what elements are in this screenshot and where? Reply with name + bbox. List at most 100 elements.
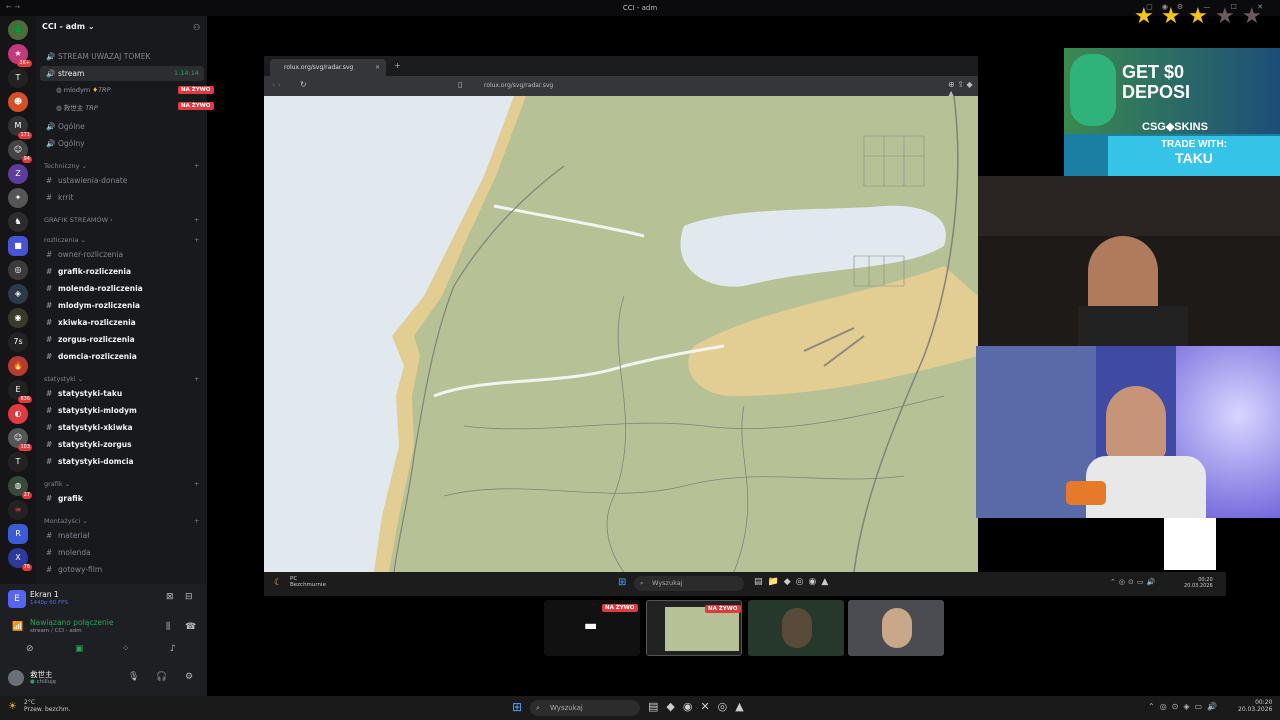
mascot-image xyxy=(1070,54,1116,126)
new-tab-icon[interactable]: + xyxy=(394,61,401,70)
server-icon[interactable]: ♞ xyxy=(8,212,28,232)
thumb-map[interactable]: NA ŻYWO xyxy=(646,600,742,656)
close-tab-icon[interactable]: ✕ xyxy=(375,59,380,76)
tray-icons[interactable]: ⌃◎⊙◈▭🔊 xyxy=(1148,702,1222,711)
thumb-screen[interactable]: NA ŻYWO ▬ xyxy=(544,600,640,656)
plus-icon[interactable]: + xyxy=(194,162,199,170)
taskbar-search[interactable]: ⌕ Wyszukaj xyxy=(530,700,640,716)
bookmark-icon[interactable]: ▯ xyxy=(458,80,462,89)
back-icon[interactable]: ‹ › xyxy=(272,80,281,89)
text-channel[interactable]: # owner-rozliczenia xyxy=(40,247,204,262)
voice-channel[interactable]: 🔊 Ogólny xyxy=(40,136,204,151)
text-channel[interactable]: # statystyki-mlodym xyxy=(40,403,204,418)
text-channel[interactable]: # domcia-rozliczenia xyxy=(40,349,204,364)
signal-icon: 📶 xyxy=(12,622,24,632)
text-channel[interactable]: # statystyki-zorgus xyxy=(40,437,204,452)
category-statystyki[interactable]: statystyki ⌄ + xyxy=(44,375,199,383)
server-icon[interactable]: ◍ 27 xyxy=(8,476,32,499)
settings-gear-icon[interactable]: ⚙ xyxy=(185,672,193,682)
category-montazysci[interactable]: Montażyści ⌄ + xyxy=(44,517,199,525)
server-icon[interactable]: ☻ xyxy=(8,92,28,112)
text-channel[interactable]: # mlodym-rozliczenia xyxy=(40,298,204,313)
server-icon[interactable]: ☺ 103 xyxy=(8,428,32,451)
headphones-icon[interactable]: 🎧 xyxy=(156,672,167,682)
server-icon[interactable]: 7s xyxy=(8,332,28,352)
category-grafik-streamow[interactable]: GRAFIK STREAMÓW › + xyxy=(44,216,199,224)
server-icon[interactable]: ☺ 94 xyxy=(8,140,32,163)
server-icon[interactable]: ◐ xyxy=(8,404,28,424)
server-icon[interactable]: E 836 xyxy=(8,380,32,403)
server-icon[interactable]: ✦ xyxy=(8,188,28,208)
text-channel[interactable]: # krrit xyxy=(40,190,204,205)
text-channel[interactable]: # statystyki-domcia xyxy=(40,454,204,469)
avatar[interactable] xyxy=(8,670,24,686)
voice-user[interactable]: ◍ 救世主 TRP NA ŻYWO xyxy=(56,102,214,112)
server-icon[interactable]: ≡ xyxy=(8,500,28,520)
add-member-icon[interactable]: ⚇ xyxy=(193,23,200,32)
server-icon[interactable]: 🔥 xyxy=(8,356,28,376)
plus-icon[interactable]: + xyxy=(194,517,199,525)
category-rozliczenia[interactable]: rozliczenia ⌄ + xyxy=(44,236,199,244)
text-channel[interactable]: # molenda xyxy=(40,545,204,560)
taskbar-search[interactable]: ⌕ Wyszukaj xyxy=(634,576,744,591)
server-icon[interactable]: T xyxy=(8,68,28,88)
text-channel[interactable]: # statystyki-xkiwka xyxy=(40,420,204,435)
voice-user[interactable]: ◍ mlodym ♦TRP NA ŻYWO xyxy=(56,86,214,94)
server-icon[interactable]: X 76 xyxy=(8,548,32,571)
server-icon[interactable]: ■ xyxy=(8,236,28,256)
plus-icon[interactable]: + xyxy=(194,216,199,224)
server-icon[interactable]: M 171 xyxy=(8,116,32,139)
windows-start-icon[interactable]: ⊞ xyxy=(512,700,522,714)
text-channel[interactable]: # grafik-rozliczenia xyxy=(40,264,204,279)
voice-channel-stream[interactable]: 🔊 stream 1:14:14 xyxy=(40,66,204,81)
text-channel[interactable]: # zorgus-rozliczenia xyxy=(40,332,204,347)
search-icon: ⌕ xyxy=(640,579,644,587)
plus-icon[interactable]: + xyxy=(194,480,199,488)
server-icon[interactable]: ◈ xyxy=(8,284,28,304)
server-name[interactable]: CCI - adm ⌄ xyxy=(42,22,95,31)
text-channel[interactable]: # ustawienia-donate xyxy=(40,173,204,188)
category-techniczny[interactable]: Techniczny ⌄ + xyxy=(44,162,199,170)
popout-icon[interactable]: ⊟ xyxy=(185,592,193,602)
disconnect-icon[interactable]: ☎ xyxy=(185,622,196,632)
plus-icon[interactable]: + xyxy=(194,236,199,244)
tray-icons[interactable]: ⌃◎⊙▭🔊 xyxy=(1110,578,1158,586)
text-channel[interactable]: # grafik xyxy=(40,491,204,506)
noise-suppression-icon[interactable]: ⫼ xyxy=(166,622,170,632)
plus-icon[interactable]: + xyxy=(194,375,199,383)
clock-date: 20.03.2026 xyxy=(1238,706,1273,713)
connection-status[interactable]: Nawiązano połączenie xyxy=(30,618,113,627)
voice-channel[interactable]: 🔊 Ogólne xyxy=(40,119,204,134)
text-channel[interactable]: # molenda-rozliczenia xyxy=(40,281,204,296)
server-icon[interactable]: ◎ xyxy=(8,260,28,280)
taskbar-app-icons[interactable]: ▤📁◆◎◉▲ xyxy=(754,577,833,587)
microphone-icon[interactable]: 🎙 xyxy=(128,672,139,682)
taskbar-app-icons[interactable]: ▤◆◉✕◎▲ xyxy=(648,700,752,713)
text-channel[interactable]: # materiał xyxy=(40,528,204,543)
server-icon[interactable]: Z xyxy=(8,164,28,184)
video-off-icon[interactable]: ⊘ xyxy=(26,644,34,654)
browser-tab[interactable]: rolux.org/svg/radar.svg ✕ xyxy=(270,59,386,76)
text-channel[interactable]: # gotowy-film xyxy=(40,562,204,577)
text-channel[interactable]: # xkiwka-rozliczenia xyxy=(40,315,204,330)
url-bar[interactable]: rolux.org/svg/radar.svg xyxy=(470,79,810,93)
voice-channel[interactable]: 🔊 STREAM UWAZAJ TOMEK xyxy=(40,49,204,64)
server-icon[interactable]: ★ 3K+ xyxy=(8,44,32,67)
server-icon[interactable]: ◉ xyxy=(8,308,28,328)
soundboard-icon[interactable]: ♪ xyxy=(170,644,176,654)
activities-icon[interactable]: ⁘ xyxy=(122,644,130,654)
window-titlebar: ← → CCI - adm ▢◉⚙ — ☐ ✕ xyxy=(0,0,1280,16)
thumb-user[interactable] xyxy=(848,600,944,656)
browser-tabbar: rolux.org/svg/radar.svg ✕ + xyxy=(264,56,978,76)
server-icon[interactable]: R xyxy=(8,524,28,544)
reload-icon[interactable]: ↻ xyxy=(300,80,307,89)
text-channel[interactable]: # statystyki-taku xyxy=(40,386,204,401)
stop-share-icon[interactable]: ⊠ xyxy=(166,592,174,602)
thumb-user[interactable] xyxy=(748,600,844,656)
radar-map[interactable] xyxy=(264,96,978,572)
server-icon[interactable]: T xyxy=(8,452,28,472)
server-icon[interactable]: 🌲 xyxy=(8,20,28,40)
category-grafik[interactable]: grafik ⌄ + xyxy=(44,480,199,488)
windows-start-icon[interactable]: ⊞ xyxy=(618,577,626,588)
share-screen-icon[interactable]: ▣ xyxy=(75,644,84,654)
